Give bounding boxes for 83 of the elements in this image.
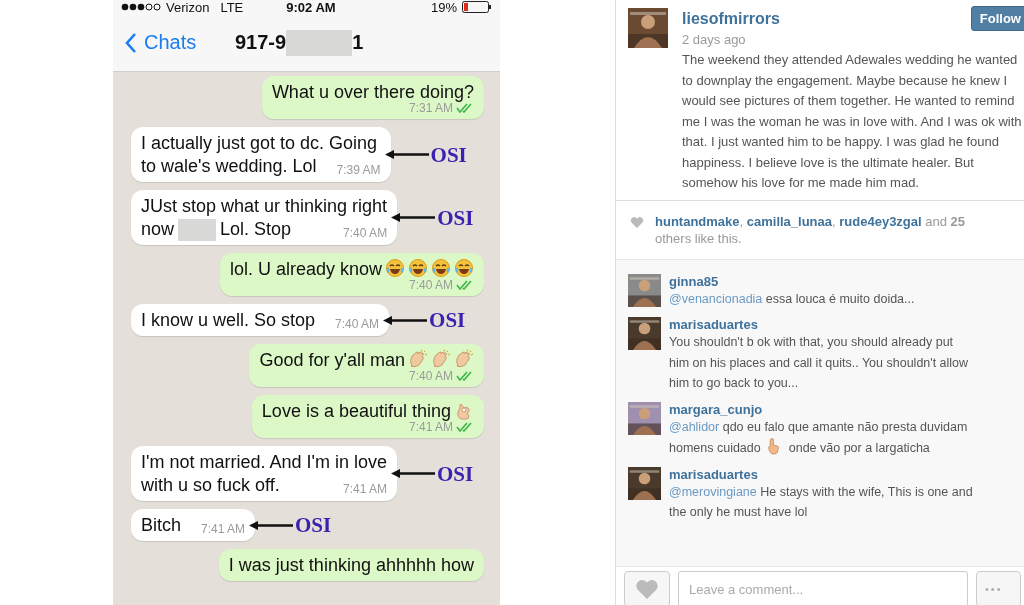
arrow-icon <box>384 149 431 160</box>
username-link[interactable]: rude4ey3zgal <box>839 213 922 229</box>
likes-text: and <box>924 213 948 229</box>
message-time: 7:40 AM <box>408 278 453 293</box>
message-text: Lol. Stop <box>220 219 292 239</box>
signal-icon <box>121 3 161 11</box>
comment-text: him on his places and call it quits.. You shouldn't allow <box>669 355 969 370</box>
message-time: 7:40 AM <box>335 317 380 332</box>
mention-link[interactable]: @ahlidor <box>669 419 720 434</box>
message-time: 7:41 AM <box>342 482 387 497</box>
contact-number: 1 <box>352 31 364 54</box>
message-text: Good for y'all man <box>259 350 405 371</box>
message-time: 7:39 AM <box>336 163 381 177</box>
message-time: 7:31 AM <box>408 101 453 115</box>
comment-text: homens cuidado <box>669 441 761 455</box>
message-text: I actually just got to dc. Going <box>141 133 378 153</box>
likes-text: , <box>739 213 745 229</box>
caption-text: The weekend they attended Adewales wedding he wanted to downplay the engagement. Maybe because he knew I would see pictures of them together. He wanted to remind me I was the woman he was in love with. And I was ok with that. I just wanted him to be happy. I was glad he found happiness. I believe love is the ultimate healer. But somehow his love for me made him mad. <box>682 51 1023 192</box>
comment-text: You shouldn't b ok with that, you should already put <box>669 335 954 349</box>
likes-text: others like this. <box>655 230 742 246</box>
mention-link[interactable]: @merovingiane <box>669 484 757 499</box>
username-link[interactable]: ginna85 <box>669 273 719 289</box>
like-count: 25 <box>950 213 966 229</box>
comment-text: He stays with the wife, This is one and <box>759 484 973 499</box>
battery-percent: 19% <box>430 0 457 15</box>
like-button[interactable] <box>624 571 670 605</box>
message-text: lol. U already know <box>229 259 382 280</box>
message-time: 7:41 AM <box>408 420 453 435</box>
likes-text: , <box>832 213 837 229</box>
comment-text: essa louca é muito doida... <box>764 291 915 306</box>
comment-text: the only he must have lol <box>669 505 808 519</box>
message-text: Bitch <box>141 515 182 536</box>
arrow-icon <box>383 315 430 326</box>
message-time: 7:40 AM <box>408 369 453 384</box>
message-time: 7:41 AM <box>201 522 246 537</box>
message-text: now <box>141 219 175 239</box>
tears-of-joy-icon <box>385 258 405 279</box>
comment-text: him to go back to you... <box>669 376 799 390</box>
heart-icon <box>630 215 644 228</box>
username-link[interactable]: huntandmake <box>655 213 740 229</box>
tears-of-joy-icon <box>431 258 451 279</box>
network-type: LTE <box>220 0 244 15</box>
comment-text: onde vão por a largaticha <box>788 441 930 455</box>
message-text: Love is a beautiful thing <box>261 401 451 422</box>
arrow-icon <box>249 520 296 531</box>
clock-time: 9:02 AM <box>286 0 337 15</box>
battery-icon <box>462 1 492 13</box>
message-text: I'm not married. And I'm in love <box>141 452 387 473</box>
clapping-hands-icon <box>454 349 474 370</box>
message-text: with u so fuck off. <box>141 475 280 496</box>
redaction-block <box>178 219 217 242</box>
message-text: I was just thinking ahhhhh how <box>228 555 474 576</box>
clapping-hands-icon <box>431 349 451 370</box>
comment-text: qdo eu falo que amante não presta duvidam <box>721 419 968 434</box>
mention-link[interactable]: @venancionadia <box>669 291 763 306</box>
username-link[interactable]: margara_cunjo <box>669 401 763 417</box>
annotation-label: OSI <box>295 512 332 538</box>
comment-field[interactable]: Leave a comment... <box>678 571 968 605</box>
contact-number: 917-9 <box>235 31 287 54</box>
username-link[interactable]: marisaduartes <box>669 466 758 482</box>
tears-of-joy-icon <box>408 258 428 279</box>
redaction-block <box>286 29 353 56</box>
carrier-name: Verizon <box>166 0 210 15</box>
message-time: 7:40 AM <box>343 226 388 241</box>
username-link[interactable]: marisaduartes <box>669 317 758 332</box>
annotation-label: OSI <box>437 461 474 487</box>
arrow-icon <box>391 212 438 223</box>
username-link[interactable]: liesofmirrors <box>682 10 780 28</box>
message-text: What u over there doing? <box>271 82 474 102</box>
annotation-label: OSI <box>437 205 474 231</box>
clapping-hands-icon <box>408 349 428 370</box>
tears-of-joy-icon <box>454 258 474 279</box>
heart-icon <box>635 579 659 599</box>
back-chevron-icon <box>125 31 137 54</box>
message-text: JUst stop what ur thinking right <box>141 196 388 216</box>
arrow-icon <box>391 468 437 479</box>
follow-button[interactable]: Follow <box>970 6 1024 31</box>
post-time: 2 days ago <box>682 32 746 47</box>
annotation-label: OSI <box>429 307 466 333</box>
message-text: to wale's wedding. Lol <box>141 156 317 176</box>
message-text: I know u well. So stop <box>141 310 316 331</box>
annotation-label: OSI <box>430 142 467 167</box>
back-button[interactable]: Chats <box>125 31 235 54</box>
